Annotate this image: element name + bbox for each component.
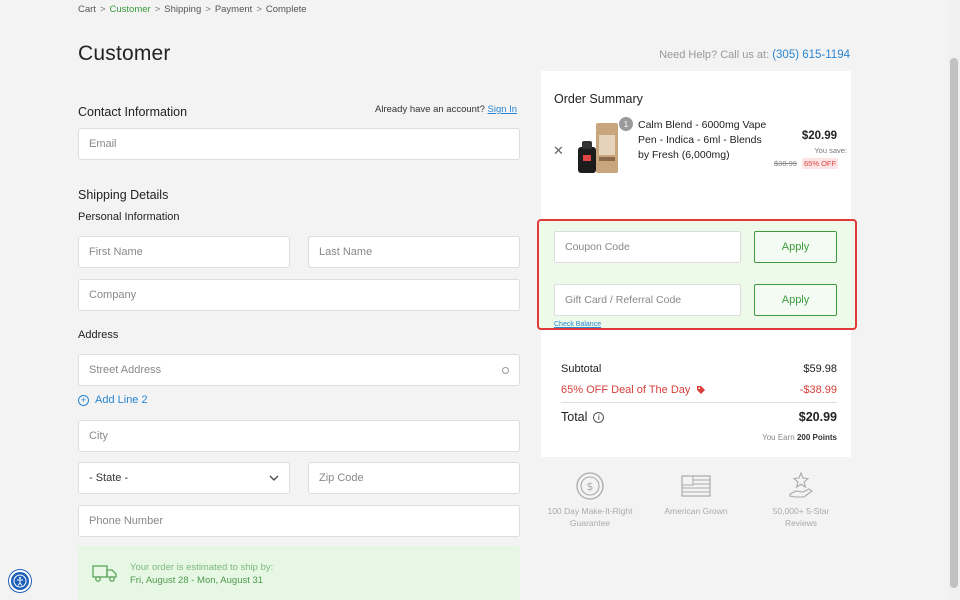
phone-number-field[interactable]: Phone Number [78,505,520,537]
totals-divider [561,402,837,403]
badge-reviews-label: 50,000+ 5-Star Reviews [772,506,830,528]
signin-link[interactable]: Sign In [488,104,518,115]
remove-item-icon[interactable]: ✕ [553,143,564,159]
points-earned: You Earn 200 Points [762,433,837,442]
apply-coupon-button[interactable]: Apply [754,231,837,263]
delivery-truck-icon [92,565,117,582]
total-row-label: Total i [561,410,605,424]
breadcrumb-separator: > [256,4,262,15]
accessibility-button[interactable] [9,570,31,592]
coupon-code-field[interactable]: Coupon Code [554,231,741,263]
street-address-field[interactable]: Street Address [78,354,520,386]
signin-prompt: Already have an account? Sign In [375,104,517,115]
earn-points: 200 Points [796,433,837,442]
breadcrumb-customer[interactable]: Customer [110,4,151,15]
info-icon[interactable]: i [593,411,605,423]
total-value: $20.99 [798,410,837,424]
discount-badge: 65% OFF [802,158,839,169]
help-line: Need Help? Call us at: (305) 615-1194 [659,49,850,61]
help-text: Need Help? Call us at: [659,49,770,61]
breadcrumb-payment[interactable]: Payment [215,4,253,15]
contact-info-title: Contact Information [78,105,188,119]
state-select[interactable]: - State - [78,462,290,494]
price-tag-icon [697,386,706,394]
add-line-2-label: Add Line 2 [95,394,148,406]
chevron-down-icon [269,475,279,481]
badge-guarantee-label: 100 Day Make-It-Right Guarantee [547,506,633,528]
first-name-field[interactable]: First Name [78,236,290,268]
street-address-placeholder: Street Address [89,364,162,376]
breadcrumb-separator: > [99,4,106,15]
badge-american: American Grown [651,470,741,517]
accessibility-icon [13,574,27,588]
breadcrumb-cart[interactable]: Cart [78,4,96,15]
ship-estimate-box [78,546,520,600]
apply-gift-card-button[interactable]: Apply [754,284,837,316]
shipping-details-title: Shipping Details [78,188,169,202]
badge-reviews: 50,000+ 5-Star Reviews [756,470,846,529]
dollar-guarantee-icon: $ [576,472,604,500]
breadcrumb-shipping[interactable]: Shipping [164,4,201,15]
earn-prefix: You Earn [762,433,795,442]
subtotal-label: Subtotal [561,363,602,375]
state-select-value: - State - [89,472,129,484]
account-prompt: Already have an account? [375,104,485,115]
deal-label: 65% OFF Deal of The Day [561,384,691,396]
star-hand-icon [789,471,813,498]
breadcrumb-separator: > [154,4,161,15]
subtotal-value: $59.98 [803,363,837,375]
breadcrumb-separator: > [205,4,211,15]
plus-circle-icon: + [78,394,89,406]
last-name-field[interactable]: Last Name [308,236,520,268]
product-price: $20.99 [801,130,837,142]
american-flag-icon [681,475,711,497]
ship-estimate-dates: Fri, August 28 - Mon, August 31 [130,575,264,586]
original-price: $38.99 [774,159,797,168]
breadcrumb: Cart > Customer > Shipping > Payment > Complete [78,4,307,15]
scrollbar-thumb[interactable] [950,58,958,588]
deal-value: -$38.99 [799,384,837,396]
total-label: Total [561,410,588,424]
deal-row: 65% OFF Deal of The Day [561,384,706,396]
add-line-2-button[interactable]: + Add Line 2 [78,394,148,406]
location-dot-icon [502,366,509,374]
order-summary-title: Order Summary [554,92,643,106]
gift-card-field[interactable]: Gift Card / Referral Code [554,284,741,316]
personal-info-title: Personal Information [78,211,180,223]
zip-code-field[interactable]: Zip Code [308,462,520,494]
svg-text:$: $ [587,480,594,493]
page-title: Customer [78,42,171,65]
quantity-badge: 1 [619,117,633,131]
ship-estimate-text: Your order is estimated to ship by: [130,562,274,573]
check-balance-link[interactable]: Check Balance [554,321,601,328]
email-field[interactable]: Email [78,128,520,160]
city-field[interactable]: City [78,420,520,452]
breadcrumb-complete[interactable]: Complete [266,4,307,15]
badge-guarantee: $ 100 Day Make-It-Right Guarantee [545,470,635,529]
address-title: Address [78,329,119,341]
you-save-label: You save: [814,146,847,155]
help-phone-link[interactable]: (305) 615-1194 [772,49,850,61]
company-field[interactable]: Company [78,279,520,311]
product-name[interactable]: Calm Blend - 6000mg Vape Pen - Indica - … [638,118,770,163]
product-image [578,123,618,173]
badge-american-label: American Grown [664,506,728,516]
